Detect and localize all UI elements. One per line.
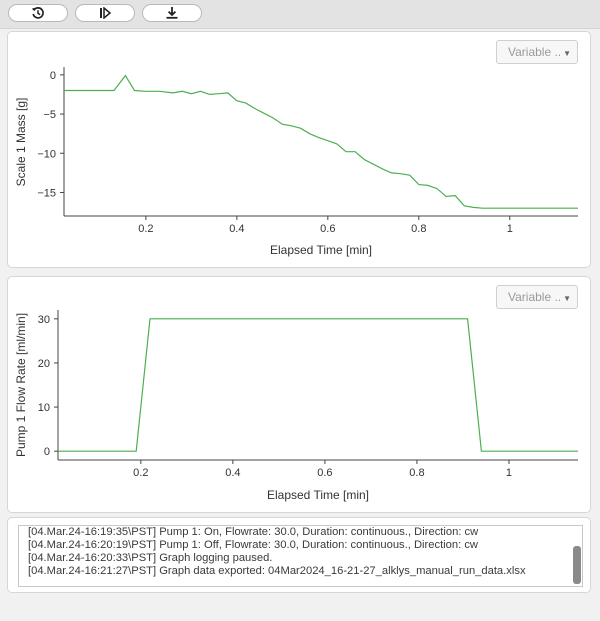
y-axis-label: Scale 1 Mass [g] (14, 98, 28, 187)
series-line (58, 318, 578, 452)
y-tick-label: −15 (37, 187, 56, 199)
mass-chart-panel: Variable .. ▼ 0.2 0.4 0.6 0.8 1 0 −5 −10 −15 El… (7, 31, 591, 268)
log-line: [04.Mar.24-16:19:35\PST] Pump 1: On, Flo… (28, 526, 479, 538)
y-tick-label: 0 (50, 70, 56, 82)
x-axis-label: Elapsed Time [min] (267, 488, 369, 502)
flow-chart-panel: Variable .. ▼ 0.2 0.4 0.6 0.8 1 0 10 20 30 Elap… (7, 276, 591, 513)
toolbar (0, 0, 600, 29)
download-icon (165, 6, 179, 20)
log-line: [04.Mar.24-16:20:19\PST] Pump 1: Off, Fl… (28, 539, 479, 551)
x-axis-label: Elapsed Time [min] (270, 243, 372, 257)
download-button[interactable] (142, 4, 202, 22)
log-textarea[interactable]: [04.Mar.24-16:19:35\PST] Pump 1: On, Flo… (18, 525, 583, 587)
x-tick-label: 0.2 (133, 467, 148, 479)
y-tick-label: −5 (43, 109, 56, 121)
x-tick-label: 0.4 (225, 467, 240, 479)
step-forward-icon (98, 7, 112, 19)
mass-chart: 0.2 0.4 0.6 0.8 1 0 −5 −10 −15 Elapsed Time [mi… (14, 67, 578, 257)
history-button[interactable] (8, 4, 68, 22)
history-icon (31, 6, 45, 20)
log-line: [04.Mar.24-16:21:27\PST] Graph data expo… (28, 565, 526, 577)
y-axis-label: Pump 1 Flow Rate [ml/min] (14, 313, 28, 457)
y-tick-label: 30 (38, 314, 50, 326)
series-line (64, 74, 578, 209)
log-line: [04.Mar.24-16:20:33\PST] Graph logging p… (28, 552, 273, 564)
x-tick-label: 1 (507, 223, 513, 235)
x-tick-label: 0.4 (229, 223, 244, 235)
y-tick-label: −10 (37, 148, 56, 160)
x-tick-label: 0.2 (138, 223, 153, 235)
log-panel: [04.Mar.24-16:19:35\PST] Pump 1: On, Flo… (7, 517, 591, 593)
y-tick-label: 10 (38, 402, 50, 414)
flow-chart: 0.2 0.4 0.6 0.8 1 0 10 20 30 Elapsed Time [min]… (14, 310, 578, 502)
step-forward-button[interactable] (75, 4, 135, 22)
y-tick-label: 20 (38, 358, 50, 370)
x-tick-label: 0.8 (409, 467, 424, 479)
x-tick-label: 0.6 (317, 467, 332, 479)
log-scrollbar[interactable] (573, 546, 581, 584)
y-tick-label: 0 (44, 446, 50, 458)
x-tick-label: 1 (506, 467, 512, 479)
x-tick-label: 0.8 (411, 223, 426, 235)
x-tick-label: 0.6 (320, 223, 335, 235)
